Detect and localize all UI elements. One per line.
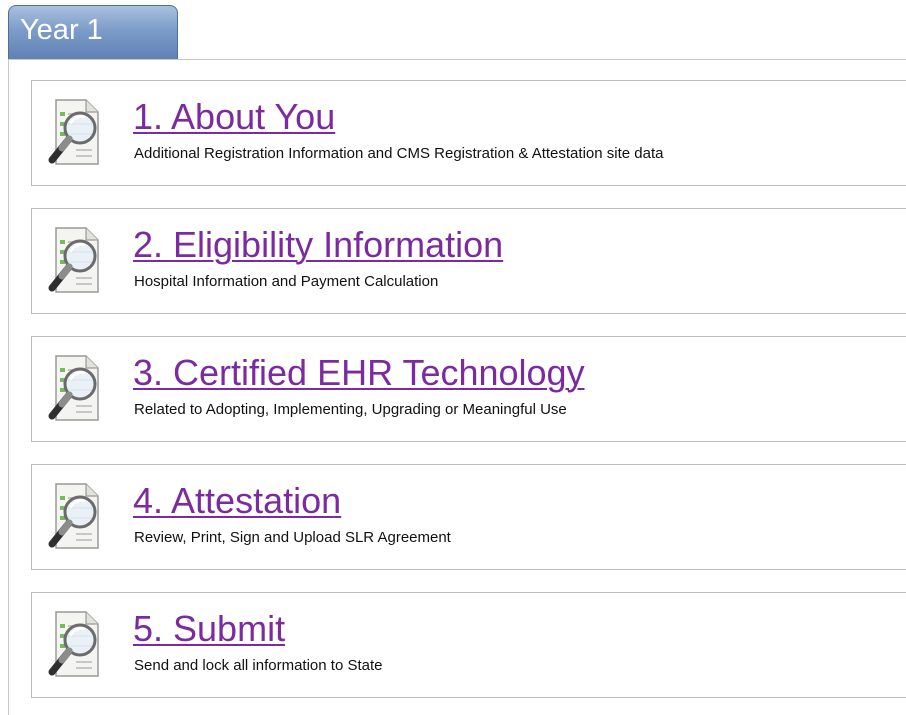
step-eligibility-information: 2. Eligibility Information Hospital Info… (31, 208, 906, 314)
step-description: Related to Adopting, Implementing, Upgra… (134, 401, 567, 418)
step-about-you: 1. About You Additional Registration Inf… (31, 80, 906, 186)
tab-label: Year 1 (20, 14, 103, 46)
step-title-link[interactable]: 1. About You (133, 97, 335, 137)
document-magnifier-icon (46, 226, 106, 298)
step-description: Send and lock all information to State (134, 657, 383, 674)
step-attestation: 4. Attestation Review, Print, Sign and U… (31, 464, 906, 570)
step-title-link[interactable]: 5. Submit (133, 609, 285, 649)
step-description: Review, Print, Sign and Upload SLR Agree… (134, 529, 451, 546)
step-certified-ehr-technology: 3. Certified EHR Technology Related to A… (31, 336, 906, 442)
document-magnifier-icon (46, 354, 106, 426)
step-submit: 5. Submit Send and lock all information … (31, 592, 906, 698)
document-magnifier-icon (46, 482, 106, 554)
step-description: Hospital Information and Payment Calcula… (134, 273, 439, 290)
step-title-link[interactable]: 3. Certified EHR Technology (133, 353, 585, 393)
document-magnifier-icon (46, 98, 106, 170)
step-title-link[interactable]: 2. Eligibility Information (133, 225, 503, 265)
document-magnifier-icon (46, 610, 106, 682)
tab-year-1[interactable]: Year 1 (8, 5, 178, 59)
step-description: Additional Registration Information and … (134, 145, 664, 162)
step-title-link[interactable]: 4. Attestation (133, 481, 341, 521)
